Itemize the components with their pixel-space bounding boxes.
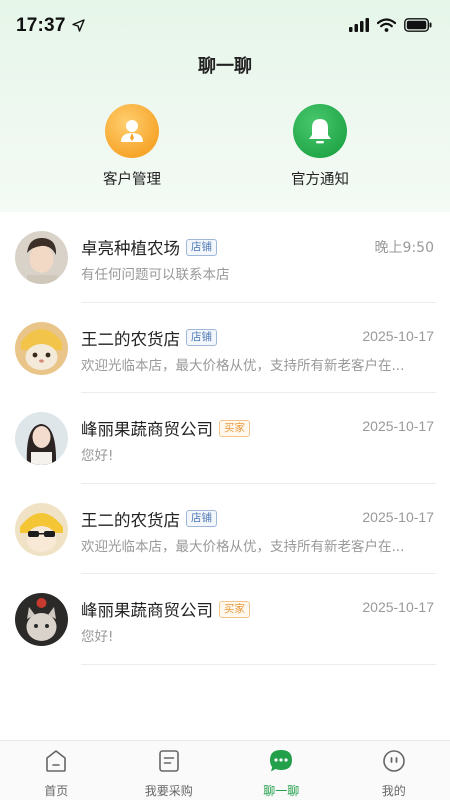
chat-name: 卓亮种植农场 店铺 (81, 235, 217, 259)
avatar (15, 321, 68, 375)
chat-list: 卓亮种植农场 店铺 晚上9:50 有任何问题可以联系本店 王二的农货店 店铺 2… (0, 212, 450, 665)
profile-icon (381, 748, 407, 778)
chat-name-text: 王二的农货店 (81, 329, 180, 349)
tab-chat-label: 聊一聊 (263, 784, 300, 798)
chat-time: 2025-10-17 (362, 327, 434, 344)
home-icon (43, 748, 69, 778)
tab-purchase[interactable]: 我要采购 (113, 741, 226, 800)
buyer-tag: 买家 (219, 419, 250, 437)
tab-chat[interactable]: 聊一聊 (225, 741, 338, 800)
shop-tag: 店铺 (186, 510, 217, 527)
official-notice-button[interactable]: 官方通知 (260, 104, 380, 189)
avatar (15, 231, 68, 284)
battery-icon (404, 17, 432, 36)
signal-icon (349, 17, 369, 36)
bell-icon (293, 104, 347, 158)
customer-management-button[interactable]: 客户管理 (72, 104, 192, 189)
tab-home-label: 首页 (44, 784, 69, 798)
chat-list-item[interactable]: 王二的农货店 店铺 2025-10-17 欢迎光临本店，最大价格从优，支持所有新… (0, 303, 450, 393)
chat-name-text: 峰丽果蔬商贸公司 (81, 420, 213, 439)
purchase-list-icon (156, 748, 182, 778)
customer-management-label: 客户管理 (103, 172, 161, 188)
tab-profile-label: 我的 (381, 784, 406, 798)
tab-bar: 首页 我要采购 聊一聊 我的 (0, 740, 450, 800)
chat-preview: 欢迎光临本店，最大价格从优，支持所有新老客户在... (81, 357, 405, 374)
chat-name-text: 王二的农货店 (81, 510, 180, 530)
official-notice-label: 官方通知 (291, 172, 349, 188)
tab-home[interactable]: 首页 (0, 741, 113, 800)
chat-time: 晚上9:50 (374, 240, 434, 256)
wifi-icon (376, 17, 397, 36)
chat-preview: 您好! (81, 448, 114, 464)
chat-name-text: 卓亮种植农场 (81, 239, 180, 258)
avatar (15, 412, 68, 465)
chat-list-item[interactable]: 峰丽果蔬商贸公司 买家 2025-10-17 您好! (0, 574, 450, 665)
shop-tag: 店铺 (186, 329, 217, 346)
tab-profile[interactable]: 我的 (338, 741, 450, 800)
shop-tag: 店铺 (186, 238, 217, 256)
chat-preview: 有任何问题可以联系本店 (81, 267, 230, 283)
chat-list-item[interactable]: 王二的农货店 店铺 2025-10-17 欢迎光临本店，最大价格从优，支持所有新… (0, 484, 450, 574)
chat-name: 峰丽果蔬商贸公司 买家 (81, 416, 250, 440)
location-arrow-icon (71, 17, 85, 36)
chat-name: 王二的农货店 店铺 (81, 507, 217, 531)
chat-preview: 欢迎光临本店，最大价格从优，支持所有新老客户在... (81, 538, 405, 555)
chat-name-text: 峰丽果蔬商贸公司 (81, 601, 213, 620)
chat-bubble-icon (268, 748, 294, 778)
customer-person-icon (105, 104, 159, 158)
buyer-tag: 买家 (219, 600, 250, 618)
chat-time: 2025-10-17 (362, 418, 434, 434)
chat-list-item[interactable]: 峰丽果蔬商贸公司 买家 2025-10-17 您好! (0, 393, 450, 484)
chat-list-item[interactable]: 卓亮种植农场 店铺 晚上9:50 有任何问题可以联系本店 (0, 212, 450, 303)
status-bar: 17:37 (0, 0, 450, 52)
page-title: 聊一聊 (198, 56, 252, 77)
chat-name: 峰丽果蔬商贸公司 买家 (81, 597, 250, 621)
chat-time: 2025-10-17 (362, 508, 434, 525)
avatar (15, 502, 68, 556)
divider (81, 663, 436, 665)
chat-preview: 您好! (81, 629, 114, 645)
tab-purchase-label: 我要采购 (144, 784, 193, 798)
chat-name: 王二的农货店 店铺 (81, 326, 217, 350)
chat-time: 2025-10-17 (362, 599, 434, 615)
avatar (15, 593, 68, 646)
status-time: 17:37 (16, 15, 66, 36)
